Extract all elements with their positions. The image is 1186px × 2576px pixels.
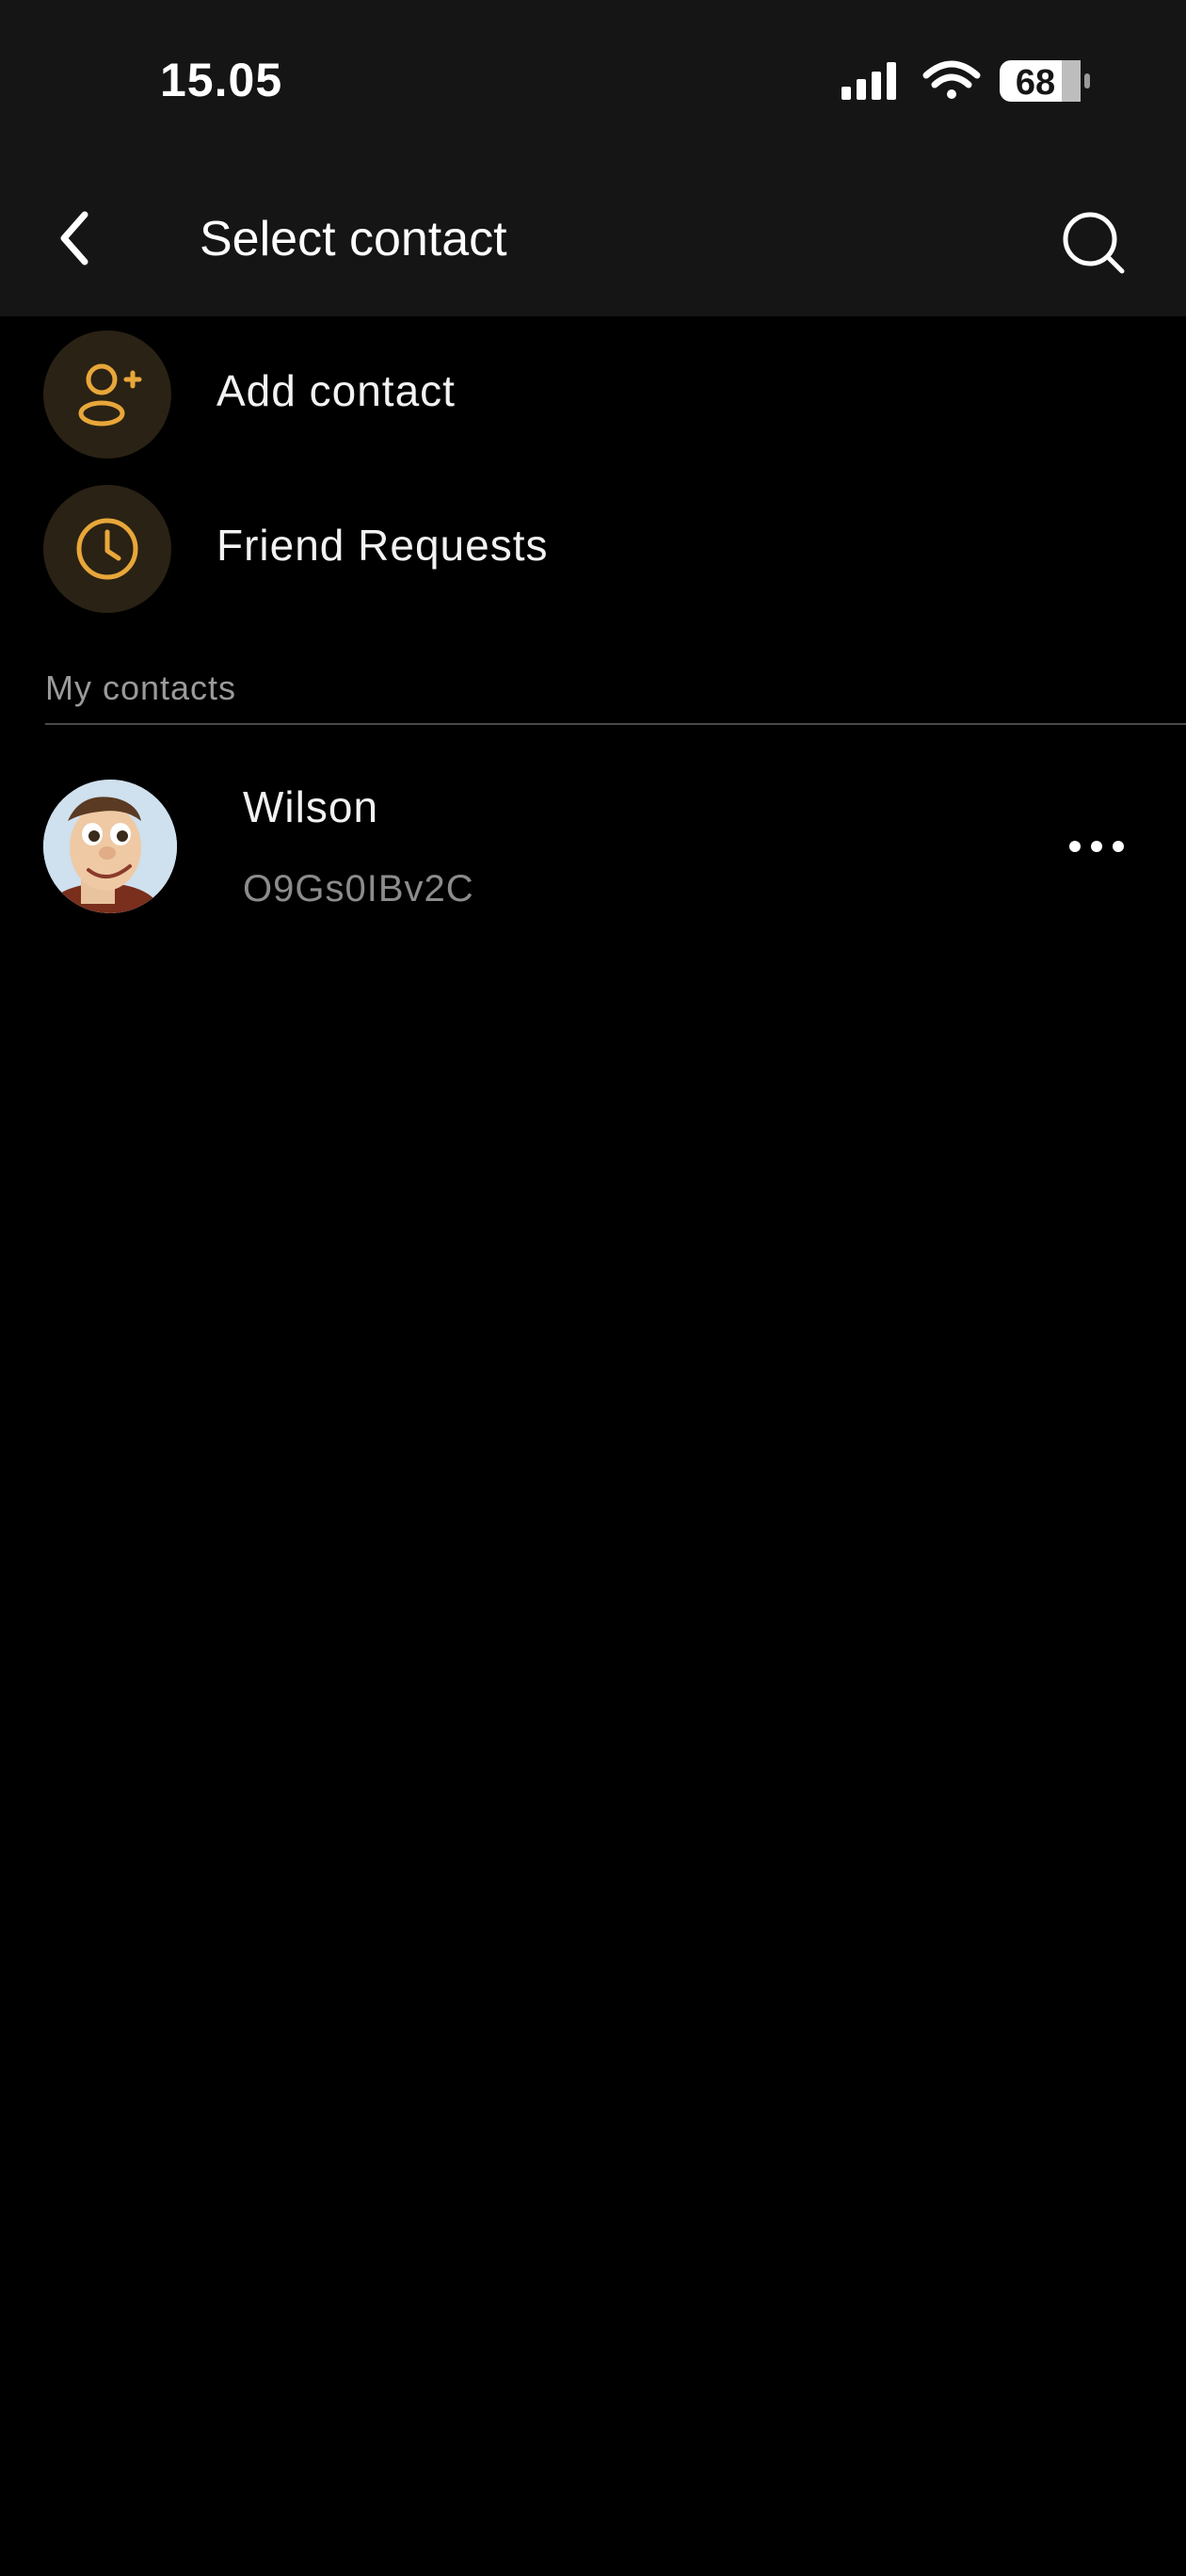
avatar-image (43, 780, 177, 913)
add-contact-icon-circle (43, 330, 171, 459)
search-icon[interactable] (1058, 207, 1128, 277)
avatar (43, 780, 177, 913)
status-bar: 15.05 68 (0, 0, 1186, 179)
contact-row[interactable]: Wilson O9Gs0IBv2C (0, 753, 1186, 942)
section-divider (45, 723, 1186, 725)
page-title: Select contact (200, 212, 507, 266)
contact-id: O9Gs0IBv2C (243, 868, 474, 910)
battery-icon: 68 (1000, 60, 1090, 103)
app-bar: Select contact (0, 179, 1186, 316)
add-contact-label: Add contact (216, 366, 456, 415)
friend-requests-icon-circle (43, 485, 171, 613)
friend-requests-label: Friend Requests (216, 521, 549, 570)
add-user-icon (78, 363, 142, 427)
status-time: 15.05 (160, 54, 283, 106)
signal-icon (841, 62, 896, 100)
wifi-icon (922, 60, 981, 99)
battery-level: 68 (1016, 63, 1055, 103)
more-options-icon[interactable] (1064, 832, 1130, 861)
back-arrow-icon[interactable] (45, 205, 111, 271)
clock-icon (76, 518, 138, 580)
friend-requests-row[interactable]: Friend Requests (0, 473, 1186, 623)
add-contact-row[interactable]: Add contact (0, 318, 1186, 469)
contact-name: Wilson (243, 782, 379, 831)
section-label-my-contacts: My contacts (45, 668, 237, 707)
status-icons: 68 (841, 60, 1090, 103)
